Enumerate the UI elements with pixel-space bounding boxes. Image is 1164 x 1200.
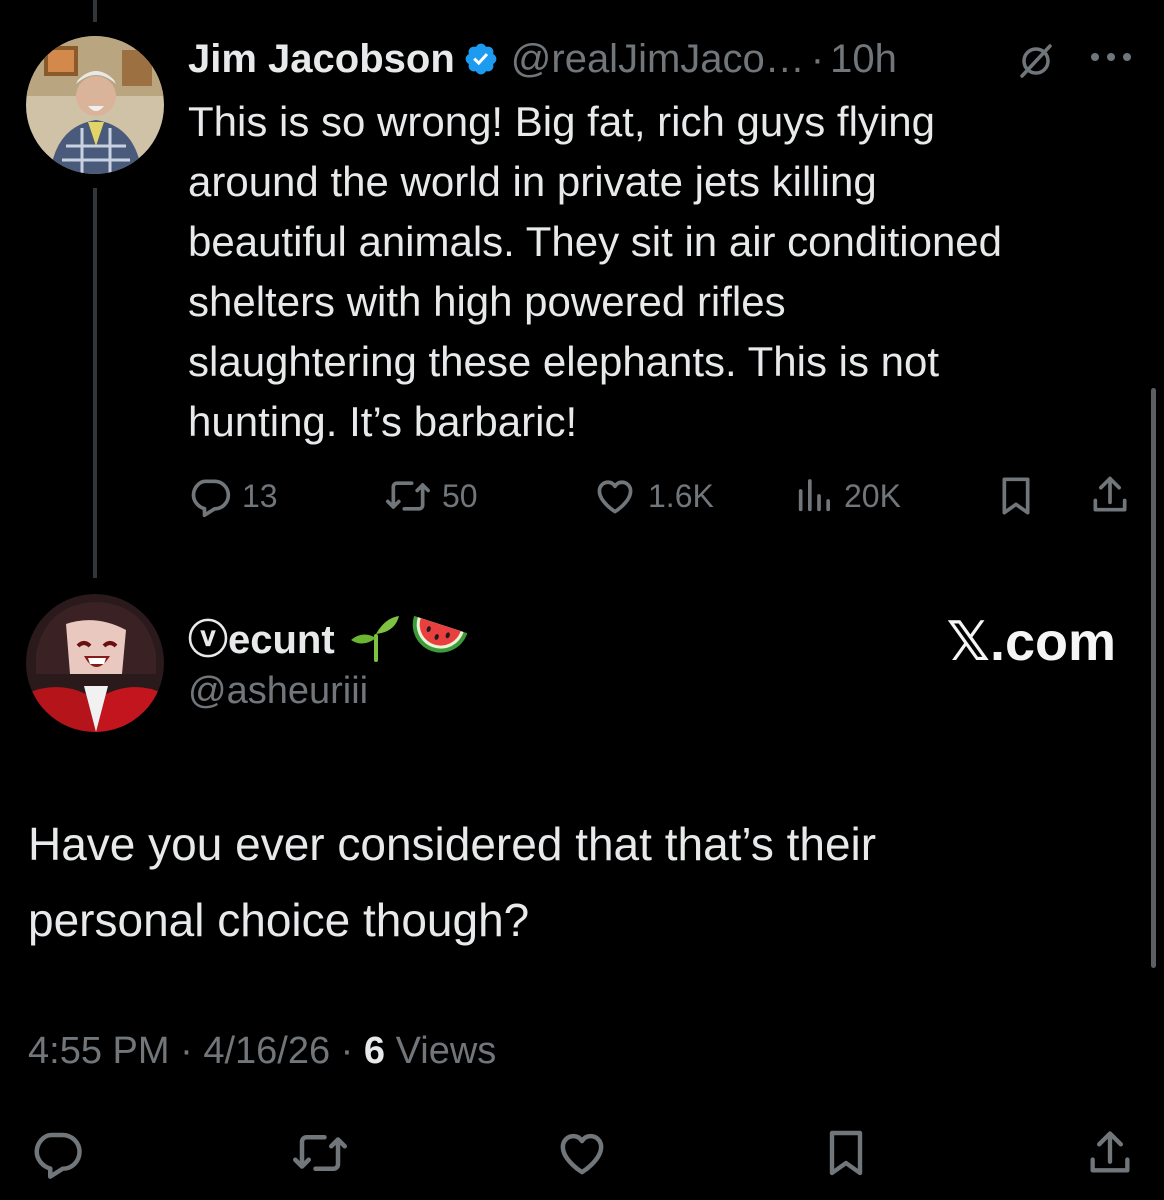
reply-count: 13 <box>242 477 278 514</box>
share-icon <box>1090 1131 1130 1173</box>
like-button[interactable]: 1.6K <box>592 474 714 518</box>
author-handle[interactable]: @realJimJaco… <box>511 37 805 82</box>
reply-button[interactable]: 13 <box>188 474 278 518</box>
share-button[interactable] <box>1088 472 1132 523</box>
avatar[interactable] <box>26 36 164 174</box>
share-icon <box>1093 476 1127 512</box>
more-icon[interactable] <box>1088 50 1136 69</box>
reply-icon <box>34 1132 82 1179</box>
views-button[interactable]: 20K <box>794 474 901 518</box>
verified-badge-icon <box>463 41 499 77</box>
author-name[interactable]: Jim Jacobson <box>188 37 455 82</box>
reply-avatar-image <box>26 594 164 732</box>
reply-reply-button[interactable] <box>30 1126 84 1185</box>
reply-meta: 4:55 PM · 4/16/26 · 6 Views <box>28 1030 496 1073</box>
repost-icon <box>293 1135 347 1171</box>
meta-separator: · <box>340 1030 354 1072</box>
seedling-icon <box>349 610 401 662</box>
tweet-header: Jim Jacobson @realJimJaco… · 10h <box>188 34 897 84</box>
thread-line <box>93 188 97 578</box>
like-icon <box>560 1133 604 1175</box>
scrollbar[interactable] <box>1151 388 1156 968</box>
meta-separator: · <box>180 1030 193 1072</box>
reply-date[interactable]: 4/16/26 <box>203 1030 330 1072</box>
reply-icon <box>191 479 231 518</box>
reply-share-button[interactable] <box>1084 1126 1136 1185</box>
reply-header: ⓥecunt <box>188 608 467 664</box>
reply-text: Have you ever considered that that’s the… <box>28 818 877 946</box>
reply-handle[interactable]: @asheuriii <box>188 670 368 713</box>
like-icon <box>597 480 633 514</box>
repost-icon <box>386 481 430 511</box>
views-count: 20K <box>844 477 901 514</box>
time-separator: · <box>810 36 825 81</box>
x-brand-logo: 𝕏.com <box>946 612 1116 672</box>
repost-button[interactable]: 50 <box>384 474 478 518</box>
reply-views-label: Views <box>395 1030 497 1072</box>
avatar-image <box>26 36 164 174</box>
bookmark-icon <box>1002 477 1030 515</box>
watermelon-icon <box>407 610 467 662</box>
tweet-text: This is so wrong! Big fat, rich guys fly… <box>188 98 1003 445</box>
reply-avatar[interactable] <box>26 594 164 732</box>
reply-display-name[interactable]: ⓥecunt <box>188 607 335 665</box>
reply-bookmark-button[interactable] <box>822 1126 870 1185</box>
reply-time[interactable]: 4:55 PM <box>28 1030 170 1072</box>
thread-line-top <box>93 0 97 22</box>
reply-repost-button[interactable] <box>290 1126 350 1185</box>
tweet-time[interactable]: 10h <box>830 37 897 82</box>
bookmark-button[interactable] <box>996 474 1036 523</box>
reply-like-button[interactable] <box>554 1126 610 1185</box>
muted-icon[interactable] <box>1016 40 1056 85</box>
repost-count: 50 <box>442 477 478 514</box>
reply-views-count: 6 <box>363 1030 386 1072</box>
views-icon <box>798 479 830 512</box>
like-count: 1.6K <box>648 477 714 514</box>
bookmark-icon <box>829 1130 863 1176</box>
